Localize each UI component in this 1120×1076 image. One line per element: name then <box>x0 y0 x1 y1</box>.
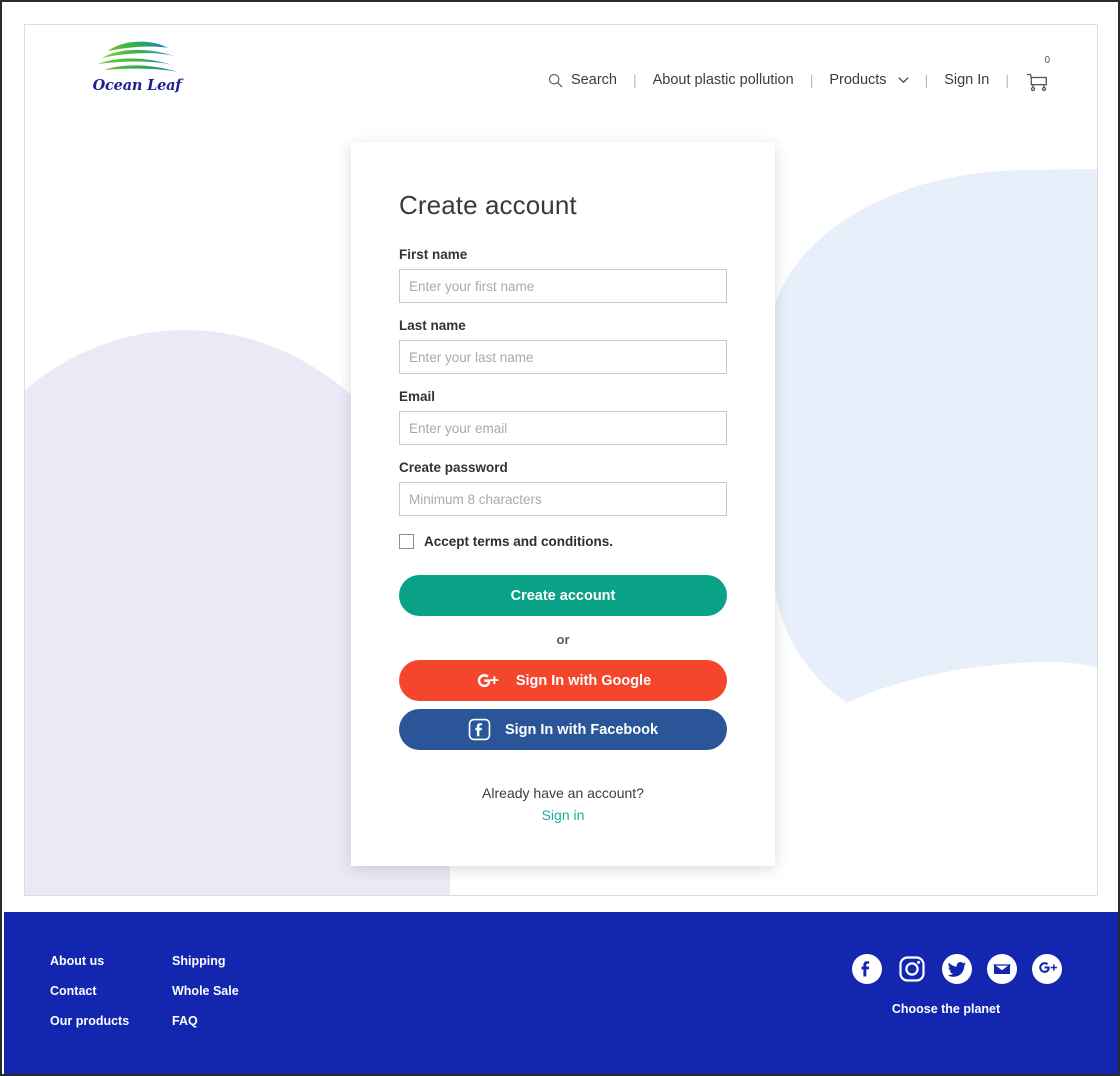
footer-link-whole-sale[interactable]: Whole Sale <box>172 984 239 998</box>
footer-link-about-us[interactable]: About us <box>50 954 129 968</box>
google-plus-icon <box>1039 962 1057 973</box>
create-account-button[interactable]: Create account <box>399 575 727 616</box>
sign-in-with-google-button[interactable]: Sign In with Google <box>399 660 727 701</box>
nav-search[interactable]: Search <box>548 72 617 88</box>
footer-link-contact[interactable]: Contact <box>50 984 129 998</box>
facebook-icon <box>861 961 870 977</box>
nav-about-label: About plastic pollution <box>652 72 794 88</box>
or-divider-label: or <box>556 632 570 647</box>
terms-row: Accept terms and conditions. <box>399 534 727 549</box>
nav-separator: | <box>1005 72 1009 88</box>
social-facebook-button[interactable] <box>852 954 882 984</box>
footer-column-1: About us Contact Our products <box>50 954 129 1044</box>
nav-search-label: Search <box>571 72 617 88</box>
field-last-name: Last name <box>399 318 727 374</box>
nav-products-label: Products <box>829 72 887 88</box>
sign-in-link[interactable]: Sign in <box>399 806 727 826</box>
nav-products[interactable]: Products <box>829 72 909 88</box>
search-icon <box>548 73 563 87</box>
sign-in-prompt: Already have an account? Sign in <box>399 784 727 825</box>
field-password: Create password <box>399 460 727 516</box>
social-email-button[interactable] <box>987 954 1017 984</box>
nav-separator: | <box>632 72 637 88</box>
password-input[interactable] <box>399 482 727 516</box>
nav-about-plastic-pollution[interactable]: About plastic pollution <box>653 72 794 88</box>
page-root: Ocean Leaf Search | About plastic pollut… <box>0 0 1120 1076</box>
sign-in-with-facebook-button[interactable]: Sign In with Facebook <box>399 709 727 750</box>
twitter-icon <box>947 962 967 977</box>
main-navigation: Search | About plastic pollution | Produ… <box>548 56 1051 95</box>
email-label: Email <box>399 389 436 404</box>
footer-link-our-products[interactable]: Our products <box>50 1014 129 1028</box>
google-plus-icon <box>477 673 499 687</box>
shopping-cart-icon <box>1026 73 1047 92</box>
page-title: Create account <box>399 190 577 220</box>
logo-wordmark: Ocean Leaf <box>92 77 182 94</box>
social-links <box>852 954 1062 984</box>
last-name-input[interactable] <box>399 340 727 374</box>
facebook-button-label: Sign In with Facebook <box>504 721 659 738</box>
site-footer: About us Contact Our products Shipping W… <box>4 912 1118 1074</box>
email-input[interactable] <box>399 411 727 445</box>
create-account-card: Create account First name Last name Emai… <box>351 142 775 866</box>
field-first-name: First name <box>399 247 727 303</box>
chevron-down-icon <box>898 77 909 84</box>
facebook-icon <box>468 718 491 741</box>
social-google-plus-button[interactable] <box>1032 954 1062 984</box>
accept-terms-label: Accept terms and conditions. <box>424 534 614 549</box>
logo[interactable]: Ocean Leaf <box>77 39 197 109</box>
email-icon <box>993 964 1011 974</box>
nav-sign-in-label: Sign In <box>944 72 990 88</box>
footer-link-shipping[interactable]: Shipping <box>172 954 239 968</box>
accept-terms-checkbox[interactable] <box>399 534 414 549</box>
first-name-label: First name <box>399 247 468 262</box>
hero-section: Ocean Leaf Search | About plastic pollut… <box>24 24 1098 896</box>
cart-button[interactable]: 0 <box>1025 56 1051 95</box>
instagram-icon <box>899 956 925 982</box>
social-instagram-button[interactable] <box>897 954 927 984</box>
decorative-blob-blue <box>766 167 1097 735</box>
footer-tagline: Choose the planet <box>891 1002 1001 1016</box>
first-name-input[interactable] <box>399 269 727 303</box>
social-twitter-button[interactable] <box>942 954 972 984</box>
last-name-label: Last name <box>399 318 466 333</box>
field-email: Email <box>399 389 727 445</box>
nav-separator: | <box>809 72 814 88</box>
password-label: Create password <box>399 460 508 475</box>
ocean-leaf-logo-icon <box>98 41 178 72</box>
footer-link-faq[interactable]: FAQ <box>172 1014 239 1028</box>
create-account-button-label: Create account <box>510 587 616 604</box>
google-button-label: Sign In with Google <box>515 672 652 689</box>
footer-column-2: Shipping Whole Sale FAQ <box>172 954 239 1044</box>
sign-in-prompt-text: Already have an account? <box>482 785 644 801</box>
cart-count-badge: 0 <box>1044 55 1050 66</box>
nav-separator: | <box>924 72 929 88</box>
site-header: Ocean Leaf Search | About plastic pollut… <box>25 25 1097 133</box>
nav-sign-in[interactable]: Sign In <box>944 72 989 88</box>
